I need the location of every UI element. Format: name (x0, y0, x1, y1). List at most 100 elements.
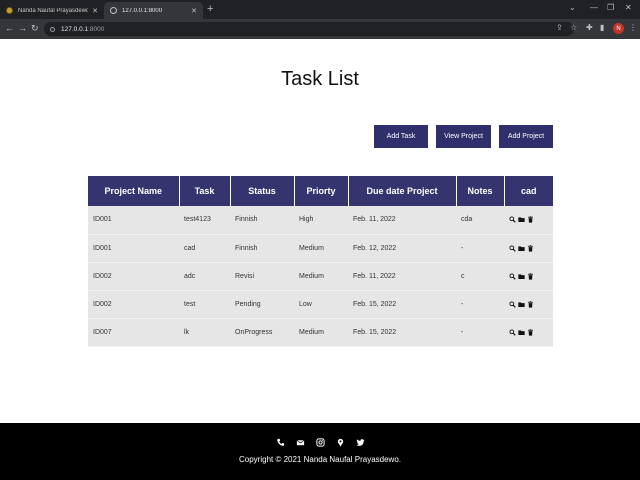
table-row: ID001 cad Finnish Medium Feb. 12, 2022- (88, 234, 553, 263)
reload-icon[interactable]: ↻ (31, 23, 39, 34)
page-title: Task List (281, 68, 359, 90)
trash-icon[interactable] (527, 244, 534, 252)
cell-actions (504, 290, 553, 319)
view-icon[interactable] (509, 300, 516, 308)
cell-status: Revisi (230, 262, 294, 291)
cell-due-date: Feb. 15, 2022 (348, 290, 456, 319)
copyright-text: Copyright © 2021 Nanda Naufal Prayasdewo… (239, 455, 401, 464)
cell-due-date: Feb. 11, 2022 (348, 262, 456, 291)
add-project-button[interactable]: Add Project (499, 125, 553, 148)
cell-due-date: Feb. 11, 2022 (348, 206, 456, 235)
column-header-task: Task (179, 176, 231, 206)
cell-task: test (179, 290, 230, 319)
bookmark-star-icon[interactable]: ☆ (570, 23, 577, 32)
close-icon[interactable]: ✕ (191, 7, 197, 15)
browser-tab-bar: Nanda Naufal Prayasdewo || CV ✕ 127.0.0.… (0, 0, 640, 19)
cell-notes: c (456, 262, 504, 291)
cell-priority: High (294, 206, 348, 235)
back-icon[interactable]: ← (5, 23, 14, 33)
column-header-priority: Priorty (294, 176, 349, 206)
browser-tab-localhost[interactable]: 127.0.0.1:8000 ✕ (104, 2, 203, 19)
trash-icon[interactable] (527, 216, 534, 223)
cell-priority: Low (294, 290, 348, 319)
cell-notes: - (456, 290, 504, 319)
share-icon[interactable]: ⇪ (556, 23, 563, 32)
column-header-notes: Notes (456, 176, 505, 206)
cell-task: cad (179, 234, 230, 263)
cell-actions (504, 262, 553, 291)
footer: Copyright © 2021 Nanda Naufal Prayasdewo… (0, 423, 640, 480)
browser-toolbar: ← → ↻ 127.0.0.1 :8000 ⇪ ☆ ✚ ▮ N ⋮ (0, 19, 640, 39)
column-header-status: Status (230, 176, 295, 206)
view-icon[interactable] (509, 244, 516, 252)
table-row: ID002 adc Revisi Medium Feb. 11, 2022 c (88, 262, 553, 291)
task-table: Project Name Task Status Priorty Due dat… (88, 176, 553, 347)
address-host: 127.0.0.1 (61, 25, 89, 33)
site-favicon-icon (6, 7, 13, 14)
folder-icon[interactable] (518, 273, 525, 280)
trash-icon[interactable] (527, 328, 534, 336)
social-links (0, 437, 640, 447)
cell-status: Finnish (230, 234, 294, 263)
trash-icon[interactable] (527, 300, 534, 308)
minimize-icon[interactable]: — (590, 3, 598, 12)
cell-notes: cda (456, 206, 504, 235)
cell-task: test4123 (179, 206, 230, 235)
new-tab-button[interactable]: + (207, 3, 213, 15)
column-header-due-date: Due date Project (348, 176, 457, 206)
location-icon[interactable] (335, 437, 345, 447)
folder-icon[interactable] (518, 245, 525, 252)
maximize-icon[interactable]: ❐ (607, 3, 614, 12)
phone-icon[interactable] (275, 437, 285, 447)
cell-status: Finnish (230, 206, 294, 235)
cell-status: OnProgress (230, 318, 294, 347)
instagram-icon[interactable] (315, 437, 325, 447)
address-bar[interactable]: 127.0.0.1 :8000 (44, 22, 574, 36)
cell-actions (504, 206, 553, 235)
table-header-row: Project Name Task Status Priorty Due dat… (88, 176, 553, 206)
trash-icon[interactable] (527, 272, 534, 280)
browser-tab-cv[interactable]: Nanda Naufal Prayasdewo || CV ✕ (0, 2, 104, 19)
cell-priority: Medium (294, 234, 348, 263)
close-window-icon[interactable]: ✕ (625, 3, 632, 12)
row-actions (509, 216, 553, 223)
view-icon[interactable] (509, 328, 516, 336)
email-icon[interactable] (295, 437, 305, 447)
tab-title: 127.0.0.1:8000 (122, 7, 163, 14)
profile-avatar[interactable]: N (613, 23, 624, 34)
folder-icon[interactable] (518, 329, 525, 336)
row-actions (509, 244, 553, 252)
column-header-actions: cad (504, 176, 553, 206)
row-actions (509, 272, 553, 280)
forward-icon[interactable]: → (18, 23, 27, 33)
cell-status: Pending (230, 290, 294, 319)
folder-icon[interactable] (518, 301, 525, 308)
table-row: ID007 lk OnProgress Medium Feb. 15, 2022- (88, 318, 553, 347)
tab-search-icon[interactable]: ⌄ (569, 3, 576, 12)
cell-project-name: ID001 (88, 234, 179, 263)
task-table-body: ID001 test4123 Finnish High Feb. 11, 2022 cda… (88, 206, 553, 347)
add-task-button[interactable]: Add Task (374, 125, 428, 148)
row-actions (509, 328, 553, 336)
cell-priority: Medium (294, 262, 348, 291)
view-icon[interactable] (509, 272, 516, 280)
extensions-icon[interactable]: ✚ (586, 23, 593, 32)
menu-kebab-icon[interactable]: ⋮ (629, 23, 637, 32)
cell-notes: - (456, 234, 504, 263)
info-icon[interactable] (50, 26, 55, 32)
view-project-button[interactable]: View Project (436, 125, 491, 148)
table-row: ID001 test4123 Finnish High Feb. 11, 2022 cda (88, 206, 553, 235)
column-header-project-name: Project Name (88, 176, 180, 206)
view-icon[interactable] (509, 216, 516, 223)
folder-icon[interactable] (518, 216, 525, 223)
address-port: :8000 (88, 25, 105, 33)
tab-title: Nanda Naufal Prayasdewo || CV (18, 7, 89, 14)
cell-actions (504, 318, 553, 347)
cell-task: lk (179, 318, 230, 347)
side-panel-icon[interactable]: ▮ (600, 23, 604, 32)
twitter-icon[interactable] (355, 437, 365, 447)
row-actions (509, 300, 553, 308)
close-icon[interactable]: ✕ (92, 7, 98, 15)
table-row: ID002 test Pending Low Feb. 15, 2022- (88, 290, 553, 319)
globe-icon (110, 7, 117, 14)
